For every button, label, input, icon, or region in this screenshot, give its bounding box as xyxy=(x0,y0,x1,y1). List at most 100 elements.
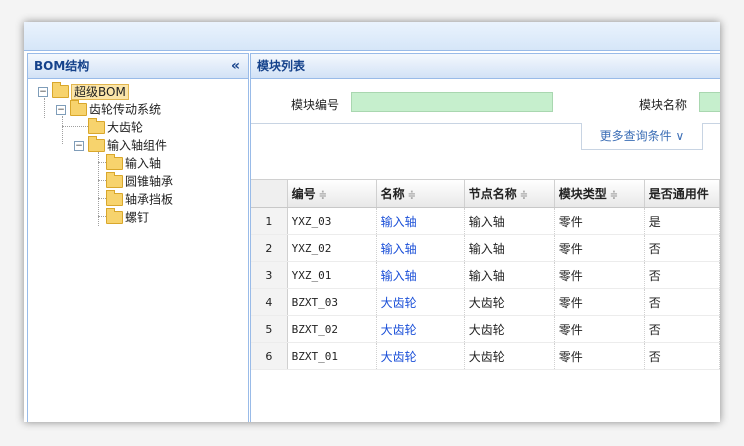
table-row[interactable]: 2 YXZ_02 输入轴 输入轴 零件 否 xyxy=(251,234,720,262)
cell-node-name: 大齿轮 xyxy=(464,288,555,316)
column-header-module-type[interactable]: 模块类型 ≑ xyxy=(554,180,645,208)
folder-icon xyxy=(106,208,123,224)
search-form: 模块编号 模块名称 更多查询条件 ∨ xyxy=(251,79,720,180)
cell-common-part: 是 xyxy=(644,207,720,235)
sort-icon[interactable]: ≑ xyxy=(610,190,618,201)
folder-icon xyxy=(88,118,105,134)
sort-icon[interactable]: ≑ xyxy=(319,190,327,201)
cell-name-link[interactable]: 大齿轮 xyxy=(376,315,465,343)
folder-icon xyxy=(52,82,69,98)
column-header-common-part[interactable]: 是否通用件 xyxy=(644,180,720,208)
row-number: 1 xyxy=(251,207,288,235)
table-row[interactable]: 6 BZXT_01 大齿轮 大齿轮 零件 否 xyxy=(251,342,720,370)
cell-name-link[interactable]: 输入轴 xyxy=(376,207,465,235)
module-name-label: 模块名称 xyxy=(639,98,688,112)
tree-node-label: 输入轴组件 xyxy=(107,138,168,153)
row-number: 5 xyxy=(251,315,288,343)
cell-common-part: 否 xyxy=(644,261,720,289)
cell-name-link[interactable]: 输入轴 xyxy=(376,261,465,289)
collapse-toggle-icon[interactable]: − xyxy=(74,140,84,151)
row-number-header xyxy=(251,180,288,208)
cell-node-name: 大齿轮 xyxy=(464,315,555,343)
cell-name-link[interactable]: 输入轴 xyxy=(376,234,465,262)
tree-node-taper-bearing[interactable]: 圆锥轴承 xyxy=(106,172,173,190)
cell-module-type: 零件 xyxy=(554,315,645,343)
cell-name-link[interactable]: 大齿轮 xyxy=(376,288,465,316)
folder-icon xyxy=(88,136,105,152)
tree-node-label: 轴承挡板 xyxy=(125,192,174,207)
column-header-name[interactable]: 名称 ≑ xyxy=(376,180,465,208)
tree-connector xyxy=(62,116,63,144)
cell-node-name: 输入轴 xyxy=(464,261,555,289)
cell-common-part: 否 xyxy=(644,315,720,343)
module-table: 编号 ≑ 名称 ≑ 节点名称 ≑ 模块类型 ≑ 是否通用件 1 YXZ_03 输入轴 输… xyxy=(251,180,720,370)
module-code-input[interactable] xyxy=(351,92,553,112)
tree-node-super-bom[interactable]: − 超级BOM xyxy=(38,82,129,100)
tree-node-input-shaft-assembly[interactable]: − 输入轴组件 xyxy=(74,136,167,154)
tree-connector xyxy=(98,162,106,163)
row-number: 4 xyxy=(251,288,288,316)
cell-code: BZXT_01 xyxy=(287,342,377,370)
chevron-down-icon: ∨ xyxy=(675,129,685,143)
column-header-node-name[interactable]: 节点名称 ≑ xyxy=(464,180,555,208)
cell-common-part: 否 xyxy=(644,234,720,262)
folder-icon xyxy=(106,190,123,206)
cell-code: YXZ_01 xyxy=(287,261,377,289)
column-header-label: 模块类型 xyxy=(558,187,607,201)
module-list-panel: 模块列表 模块编号 模块名称 更多查询条件 ∨ 编号≑ 名称≑ 节点名称≑ xyxy=(250,53,720,422)
tree-node-label: 输入轴 xyxy=(125,156,162,171)
cell-code: BZXT_03 xyxy=(287,288,377,316)
column-header-label: 名称 xyxy=(380,187,405,201)
tree-node-input-shaft[interactable]: 输入轴 xyxy=(106,154,161,172)
cell-node-name: 输入轴 xyxy=(464,234,555,262)
more-conditions-label: 更多查询条件 xyxy=(599,129,672,143)
folder-icon xyxy=(106,172,123,188)
tree-node-screw[interactable]: 螺钉 xyxy=(106,208,149,226)
collapse-toggle-icon[interactable]: − xyxy=(38,86,48,97)
collapse-panel-icon[interactable]: « xyxy=(231,54,240,78)
cell-node-name: 大齿轮 xyxy=(464,342,555,370)
sort-icon[interactable]: ≑ xyxy=(408,190,416,201)
table-row[interactable]: 3 YXZ_01 输入轴 输入轴 零件 否 xyxy=(251,261,720,289)
tree-node-label: 螺钉 xyxy=(125,210,150,225)
collapse-toggle-icon[interactable]: − xyxy=(56,104,66,115)
table-row[interactable]: 1 YXZ_03 输入轴 输入轴 零件 是 xyxy=(251,207,720,235)
column-header-label: 节点名称 xyxy=(468,187,517,201)
more-conditions-button[interactable]: 更多查询条件 ∨ xyxy=(581,123,703,150)
cell-code: YXZ_03 xyxy=(287,207,377,235)
row-number: 2 xyxy=(251,234,288,262)
cell-name-link[interactable]: 大齿轮 xyxy=(376,342,465,370)
table-row[interactable]: 5 BZXT_02 大齿轮 大齿轮 零件 否 xyxy=(251,315,720,343)
module-name-input[interactable] xyxy=(699,92,720,112)
table-header-row: 编号 ≑ 名称 ≑ 节点名称 ≑ 模块类型 ≑ 是否通用件 xyxy=(251,180,720,208)
tree-connector xyxy=(98,198,106,199)
cell-module-type: 零件 xyxy=(554,207,645,235)
folder-icon xyxy=(70,100,87,116)
tree-node-bearing-baffle[interactable]: 轴承挡板 xyxy=(106,190,173,208)
cell-code: YXZ_02 xyxy=(287,234,377,262)
sort-icon[interactable]: ≑ xyxy=(520,190,528,201)
tree-node-large-gear[interactable]: 大齿轮 xyxy=(88,118,143,136)
tree-node-label: 大齿轮 xyxy=(107,120,144,135)
tree-connector xyxy=(98,180,106,181)
tree-connector xyxy=(98,152,99,226)
cell-module-type: 零件 xyxy=(554,261,645,289)
column-header-code[interactable]: 编号 ≑ xyxy=(287,180,377,208)
cell-module-type: 零件 xyxy=(554,234,645,262)
module-panel-title: 模块列表 xyxy=(257,59,306,73)
cell-module-type: 零件 xyxy=(554,342,645,370)
app-window: BOM结构 « − 超级BOM − 齿轮传动系统 大齿轮 − 输入轴组件 输入轴… xyxy=(24,22,720,422)
folder-icon xyxy=(106,154,123,170)
cell-module-type: 零件 xyxy=(554,288,645,316)
top-toolbar xyxy=(24,22,720,51)
bom-panel-title: BOM结构 xyxy=(34,59,90,73)
tree-node-label: 超级BOM xyxy=(71,83,129,100)
module-panel-header: 模块列表 xyxy=(251,54,720,79)
table-row[interactable]: 4 BZXT_03 大齿轮 大齿轮 零件 否 xyxy=(251,288,720,316)
tree-connector xyxy=(98,216,106,217)
column-header-label: 编号 xyxy=(291,187,316,201)
column-header-label: 是否通用件 xyxy=(648,187,709,201)
tree-node-label: 齿轮传动系统 xyxy=(89,102,162,117)
tree-node-gear-system[interactable]: − 齿轮传动系统 xyxy=(56,100,161,118)
cell-common-part: 否 xyxy=(644,288,720,316)
